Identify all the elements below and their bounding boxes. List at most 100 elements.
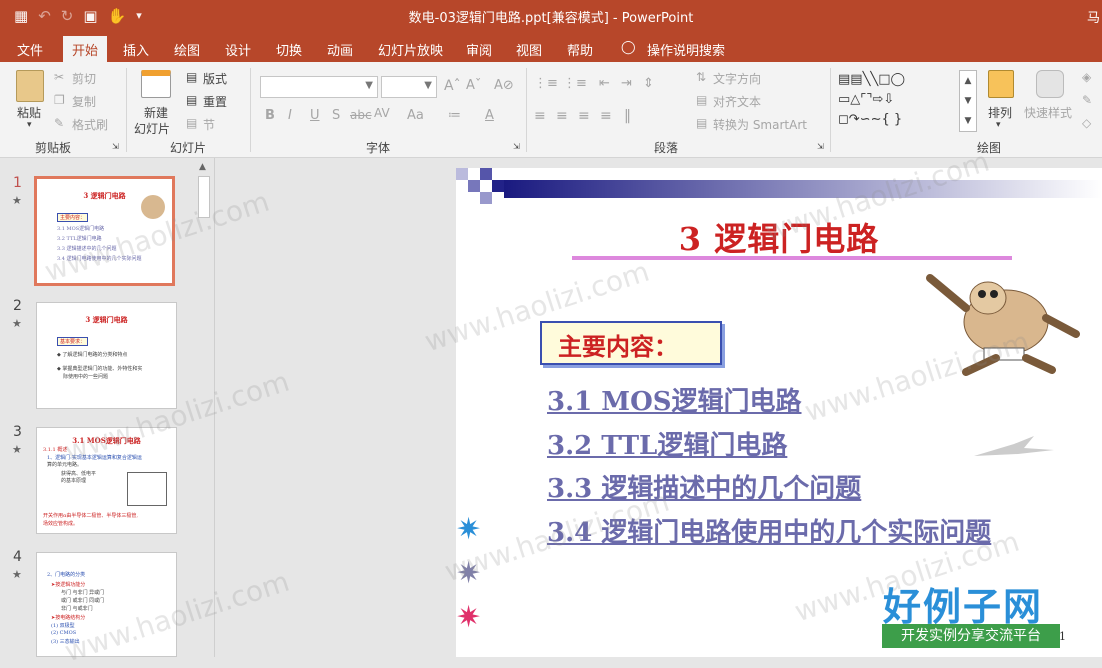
- toc-link-1[interactable]: 3.1 MOS逻辑门电路: [547, 381, 802, 418]
- arrange-icon[interactable]: [988, 70, 1014, 98]
- font-name-combo[interactable]: ▼: [260, 76, 378, 98]
- align-right-icon[interactable]: ≡: [578, 108, 590, 124]
- scroll-up-icon[interactable]: ▲: [199, 162, 206, 172]
- shrink-font-icon[interactable]: Aˇ: [466, 78, 481, 93]
- clear-format-icon[interactable]: A⊘: [494, 78, 514, 93]
- new-slide-label-1[interactable]: 新建: [144, 104, 168, 121]
- chevron-down-icon[interactable]: ▾: [996, 120, 1001, 130]
- cut-button[interactable]: 剪切: [72, 70, 96, 87]
- increase-indent-icon[interactable]: ⇥: [621, 76, 632, 91]
- paragraph-group-label: 段落: [654, 141, 679, 155]
- shadow-button[interactable]: S: [332, 108, 340, 123]
- layout-icon: ▤: [186, 70, 198, 84]
- tab-slideshow[interactable]: 幻灯片放映: [378, 40, 443, 59]
- bullets-icon[interactable]: ⋮≡: [534, 76, 558, 91]
- brand-watermark-subtitle: 开发实例分享交流平台: [882, 624, 1060, 648]
- tab-help[interactable]: 帮助: [567, 40, 593, 59]
- thumb-line: ➤按电路结构分: [51, 615, 86, 621]
- change-case-button[interactable]: Aa: [407, 108, 424, 123]
- tab-insert[interactable]: 插入: [123, 40, 149, 59]
- toc-link-2[interactable]: 3.2 TTL逻辑门电路: [547, 425, 787, 462]
- thumb-line: ◆ 了解逻辑门电路的分类和特点: [57, 352, 128, 358]
- tab-transitions[interactable]: 切换: [276, 40, 302, 59]
- chevron-down-icon: ▼: [365, 80, 373, 91]
- section-button[interactable]: 节: [203, 116, 215, 133]
- columns-icon[interactable]: ‖: [624, 108, 631, 124]
- section-icon: ▤: [186, 116, 198, 130]
- shapes-gallery[interactable]: ▤▤╲╲□◯ ▭△⌜⌝⇨⇩ ◻↷∽∼{ }: [838, 70, 958, 130]
- tell-me-search[interactable]: 操作说明搜索: [647, 40, 725, 59]
- italic-button[interactable]: I: [288, 108, 292, 123]
- copy-icon: ❐: [54, 93, 65, 107]
- shape-fill-icon[interactable]: ◈: [1082, 70, 1091, 84]
- numbering-icon[interactable]: ⋮≡: [563, 76, 587, 91]
- thumb-line: 的基本原理: [61, 478, 87, 484]
- tab-draw[interactable]: 绘图: [174, 40, 200, 59]
- font-color-icon[interactable]: A: [485, 108, 494, 123]
- bold-button[interactable]: B: [265, 108, 275, 123]
- slide-thumbnail-2[interactable]: 3 逻辑门电路 基本要求： ◆ 了解逻辑门电路的分类和特点 ◆ 掌握典型逻辑门的…: [36, 302, 177, 409]
- toc-link-3[interactable]: 3.3 逻辑描述中的几个问题: [547, 468, 861, 505]
- dialog-launcher-icon[interactable]: ⇲: [513, 142, 520, 151]
- copy-button[interactable]: 复制: [72, 93, 96, 110]
- new-slide-label-2[interactable]: 幻灯片: [134, 120, 170, 137]
- title-bar: ▦ ↶ ↻ ▣ ✋ ▾ 数电-03逻辑门电路.ppt[兼容模式] - Power…: [0, 0, 1102, 32]
- tab-design[interactable]: 设计: [225, 40, 251, 59]
- align-center-icon[interactable]: ≡: [556, 108, 568, 124]
- paste-dropdown-icon[interactable]: ▾: [27, 120, 32, 130]
- shapes-gallery-scroll[interactable]: ▲ ▼ ▼: [959, 70, 977, 132]
- align-text-button[interactable]: 对齐文本: [713, 93, 761, 110]
- slide-number: 1: [13, 175, 22, 191]
- ribbon: 粘贴 ▾ ✂ 剪切 ❐ 复制 ✎ 格式刷 剪贴板 ⇲ 新建 幻灯片 ▤ 版式 ▤…: [0, 62, 1102, 158]
- align-left-icon[interactable]: ≡: [534, 108, 546, 124]
- thumb-line: 非门 与或非门: [61, 606, 93, 612]
- quick-styles-button[interactable]: 快速样式: [1024, 104, 1072, 121]
- paste-icon[interactable]: [16, 70, 44, 102]
- strikethrough-button[interactable]: abc: [350, 108, 372, 122]
- format-painter-button[interactable]: 格式刷: [72, 116, 108, 133]
- animation-star-icon: ★: [12, 443, 22, 456]
- dialog-launcher-icon[interactable]: ⇲: [112, 142, 119, 151]
- user-name[interactable]: 马: [1087, 7, 1100, 26]
- thumb-line: ◆ 掌握典型逻辑门的功能、外特性和实: [57, 366, 143, 372]
- shape-outline-icon[interactable]: ✎: [1082, 93, 1092, 107]
- layout-button[interactable]: 版式: [203, 70, 227, 87]
- grow-font-icon[interactable]: Aˆ: [444, 78, 461, 94]
- arrange-button[interactable]: 排列: [988, 104, 1012, 121]
- line-spacing-icon[interactable]: ⇕: [643, 76, 654, 91]
- star-decoration-icon: ✷: [456, 512, 482, 547]
- thumb-line: 场效应管构成。: [43, 521, 79, 527]
- animation-star-icon: ★: [12, 568, 22, 581]
- slides-group-label: 幻灯片: [170, 141, 207, 155]
- tab-review[interactable]: 审阅: [466, 40, 492, 59]
- decrease-indent-icon[interactable]: ⇤: [599, 76, 610, 91]
- highlight-icon[interactable]: ≔: [448, 108, 461, 123]
- font-group-label: 字体: [366, 141, 391, 155]
- thumb-line: (1) 双极型: [51, 623, 75, 629]
- quick-styles-icon[interactable]: [1036, 70, 1064, 98]
- justify-icon[interactable]: ≡: [600, 108, 612, 124]
- convert-smartart-button[interactable]: 转换为 SmartArt: [713, 116, 807, 133]
- paste-button[interactable]: 粘贴: [17, 104, 41, 121]
- animation-star-icon: ★: [12, 317, 22, 330]
- document-title: 数电-03逻辑门电路.ppt[兼容模式] - PowerPoint: [408, 11, 694, 26]
- reset-button[interactable]: 重置: [203, 93, 227, 110]
- text-direction-icon: ⇅: [696, 70, 707, 84]
- mascot-image: [141, 195, 165, 219]
- font-size-combo[interactable]: ▼: [381, 76, 437, 98]
- group-separator: [250, 68, 251, 152]
- tab-animations[interactable]: 动画: [327, 40, 353, 59]
- tab-view[interactable]: 视图: [516, 40, 542, 59]
- slide-number: 3: [13, 424, 22, 440]
- underline-button[interactable]: U: [310, 108, 320, 123]
- new-slide-icon[interactable]: [141, 70, 171, 98]
- dialog-launcher-icon[interactable]: ⇲: [817, 142, 824, 151]
- slide-header-decoration: [456, 168, 1102, 204]
- animation-star-icon: ★: [12, 194, 22, 207]
- thumb-line: 获得高、低电平: [61, 471, 97, 477]
- text-direction-button[interactable]: 文字方向: [713, 70, 761, 87]
- shape-effects-icon[interactable]: ◇: [1082, 116, 1091, 130]
- tab-file[interactable]: 文件: [17, 40, 43, 59]
- group-separator: [126, 68, 127, 152]
- char-spacing-button[interactable]: AV: [374, 106, 390, 120]
